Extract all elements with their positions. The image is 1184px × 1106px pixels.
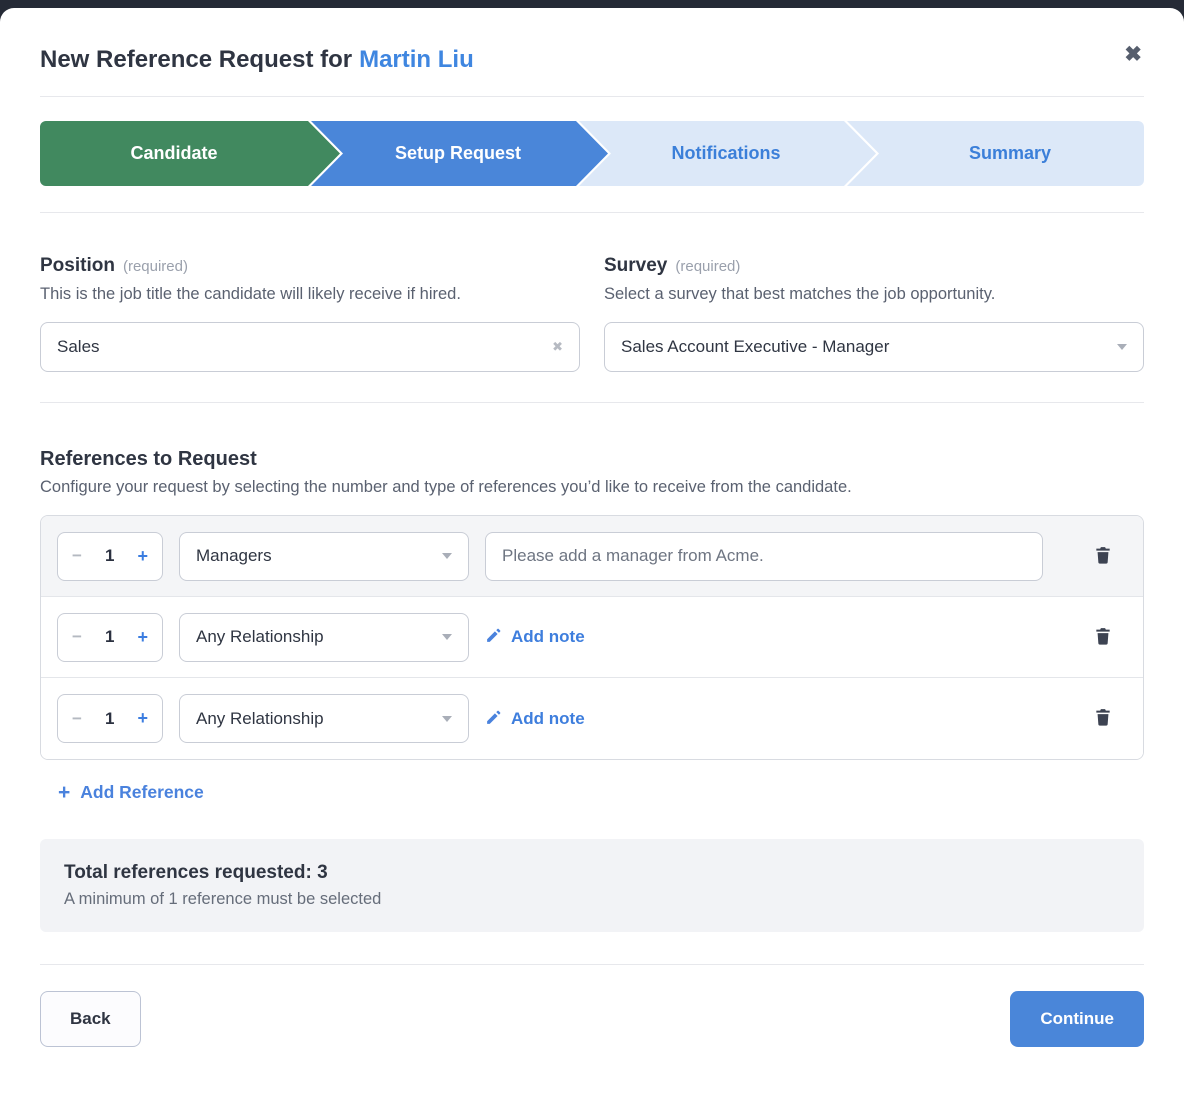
step-candidate[interactable]: Candidate — [40, 121, 340, 186]
position-input-value: Sales — [57, 337, 100, 357]
references-heading: References to Request — [40, 448, 1144, 471]
references-helper-text: Configure your request by selecting the … — [40, 478, 1144, 497]
decrement-button[interactable]: − — [72, 627, 82, 647]
trash-icon — [1093, 625, 1113, 650]
step-candidate-label: Candidate — [130, 143, 217, 164]
step-wizard: Candidate Setup Request Notifications Su… — [40, 121, 1144, 186]
close-button[interactable]: ✖ — [1124, 44, 1142, 65]
delete-reference-button[interactable] — [1093, 544, 1113, 569]
candidate-name: Martin Liu — [359, 46, 474, 74]
trash-icon — [1093, 544, 1113, 569]
divider — [40, 96, 1144, 97]
reference-row: − 1 + Any Relationship Add note — [41, 678, 1143, 759]
survey-required-tag: (required) — [675, 258, 740, 275]
step-notifications[interactable]: Notifications — [576, 121, 876, 186]
new-reference-request-modal: New Reference Request for Martin Liu ✖ C… — [0, 8, 1184, 1106]
chevron-down-icon — [442, 634, 452, 640]
increment-button[interactable]: + — [137, 627, 148, 648]
divider — [40, 402, 1144, 403]
position-helper-text: This is the job title the candidate will… — [40, 285, 580, 304]
modal-footer: Back Continue — [40, 991, 1144, 1047]
continue-button[interactable]: Continue — [1010, 991, 1144, 1047]
delete-reference-button[interactable] — [1093, 625, 1113, 650]
survey-select[interactable]: Sales Account Executive - Manager — [604, 322, 1144, 372]
note-input-value: Please add a manager from Acme. — [502, 546, 764, 566]
relationship-select-value: Any Relationship — [196, 709, 324, 729]
count-stepper: − 1 + — [57, 532, 163, 581]
position-survey-section: Position (required) This is the job titl… — [40, 255, 1144, 372]
step-setup-request-label: Setup Request — [395, 143, 521, 164]
plus-icon: + — [58, 782, 70, 803]
survey-select-value: Sales Account Executive - Manager — [621, 337, 889, 357]
reference-row: − 1 + Managers Please add a manager from… — [41, 516, 1143, 597]
position-label: Position — [40, 255, 115, 277]
add-note-button[interactable]: Add note — [485, 709, 585, 729]
decrement-button[interactable]: − — [72, 709, 82, 729]
step-summary[interactable]: Summary — [844, 121, 1144, 186]
step-notifications-label: Notifications — [671, 143, 780, 164]
clear-icon[interactable]: ✖ — [552, 339, 563, 355]
pencil-icon — [485, 709, 502, 729]
back-button[interactable]: Back — [40, 991, 141, 1047]
chevron-down-icon — [1117, 344, 1127, 350]
page-title: New Reference Request for Martin Liu — [40, 46, 1144, 74]
position-input[interactable]: Sales ✖ — [40, 322, 580, 372]
divider — [40, 964, 1144, 965]
increment-button[interactable]: + — [137, 708, 148, 729]
count-value: 1 — [105, 709, 114, 729]
total-references-text: Total references requested: 3 — [64, 862, 1120, 884]
count-stepper: − 1 + — [57, 694, 163, 743]
references-list: − 1 + Managers Please add a manager from… — [40, 515, 1144, 760]
position-field-group: Position (required) This is the job titl… — [40, 255, 580, 372]
add-note-button[interactable]: Add note — [485, 627, 585, 647]
note-input[interactable]: Please add a manager from Acme. — [485, 532, 1043, 581]
count-stepper: − 1 + — [57, 613, 163, 662]
relationship-select[interactable]: Managers — [179, 532, 469, 581]
pencil-icon — [485, 627, 502, 647]
close-icon: ✖ — [1124, 43, 1142, 66]
position-required-tag: (required) — [123, 258, 188, 275]
increment-button[interactable]: + — [137, 546, 148, 567]
relationship-select-value: Managers — [196, 546, 272, 566]
delete-reference-button[interactable] — [1093, 706, 1113, 731]
survey-label: Survey — [604, 255, 667, 277]
survey-helper-text: Select a survey that best matches the jo… — [604, 285, 1144, 304]
total-summary-box: Total references requested: 3 A minimum … — [40, 839, 1144, 932]
add-reference-label: Add Reference — [80, 782, 204, 803]
add-reference-button[interactable]: + Add Reference — [58, 782, 204, 803]
divider — [40, 212, 1144, 213]
decrement-button[interactable]: − — [72, 546, 82, 566]
step-setup-request[interactable]: Setup Request — [308, 121, 608, 186]
relationship-select-value: Any Relationship — [196, 627, 324, 647]
modal-header: New Reference Request for Martin Liu ✖ — [40, 46, 1144, 74]
relationship-select[interactable]: Any Relationship — [179, 613, 469, 662]
reference-row: − 1 + Any Relationship Add note — [41, 597, 1143, 678]
title-prefix: New Reference Request for — [40, 46, 352, 74]
count-value: 1 — [105, 546, 114, 566]
count-value: 1 — [105, 627, 114, 647]
chevron-down-icon — [442, 716, 452, 722]
relationship-select[interactable]: Any Relationship — [179, 694, 469, 743]
step-summary-label: Summary — [969, 143, 1051, 164]
minimum-references-text: A minimum of 1 reference must be selecte… — [64, 890, 1120, 909]
chevron-down-icon — [442, 553, 452, 559]
trash-icon — [1093, 706, 1113, 731]
add-note-label: Add note — [511, 709, 585, 729]
add-note-label: Add note — [511, 627, 585, 647]
survey-field-group: Survey (required) Select a survey that b… — [604, 255, 1144, 372]
